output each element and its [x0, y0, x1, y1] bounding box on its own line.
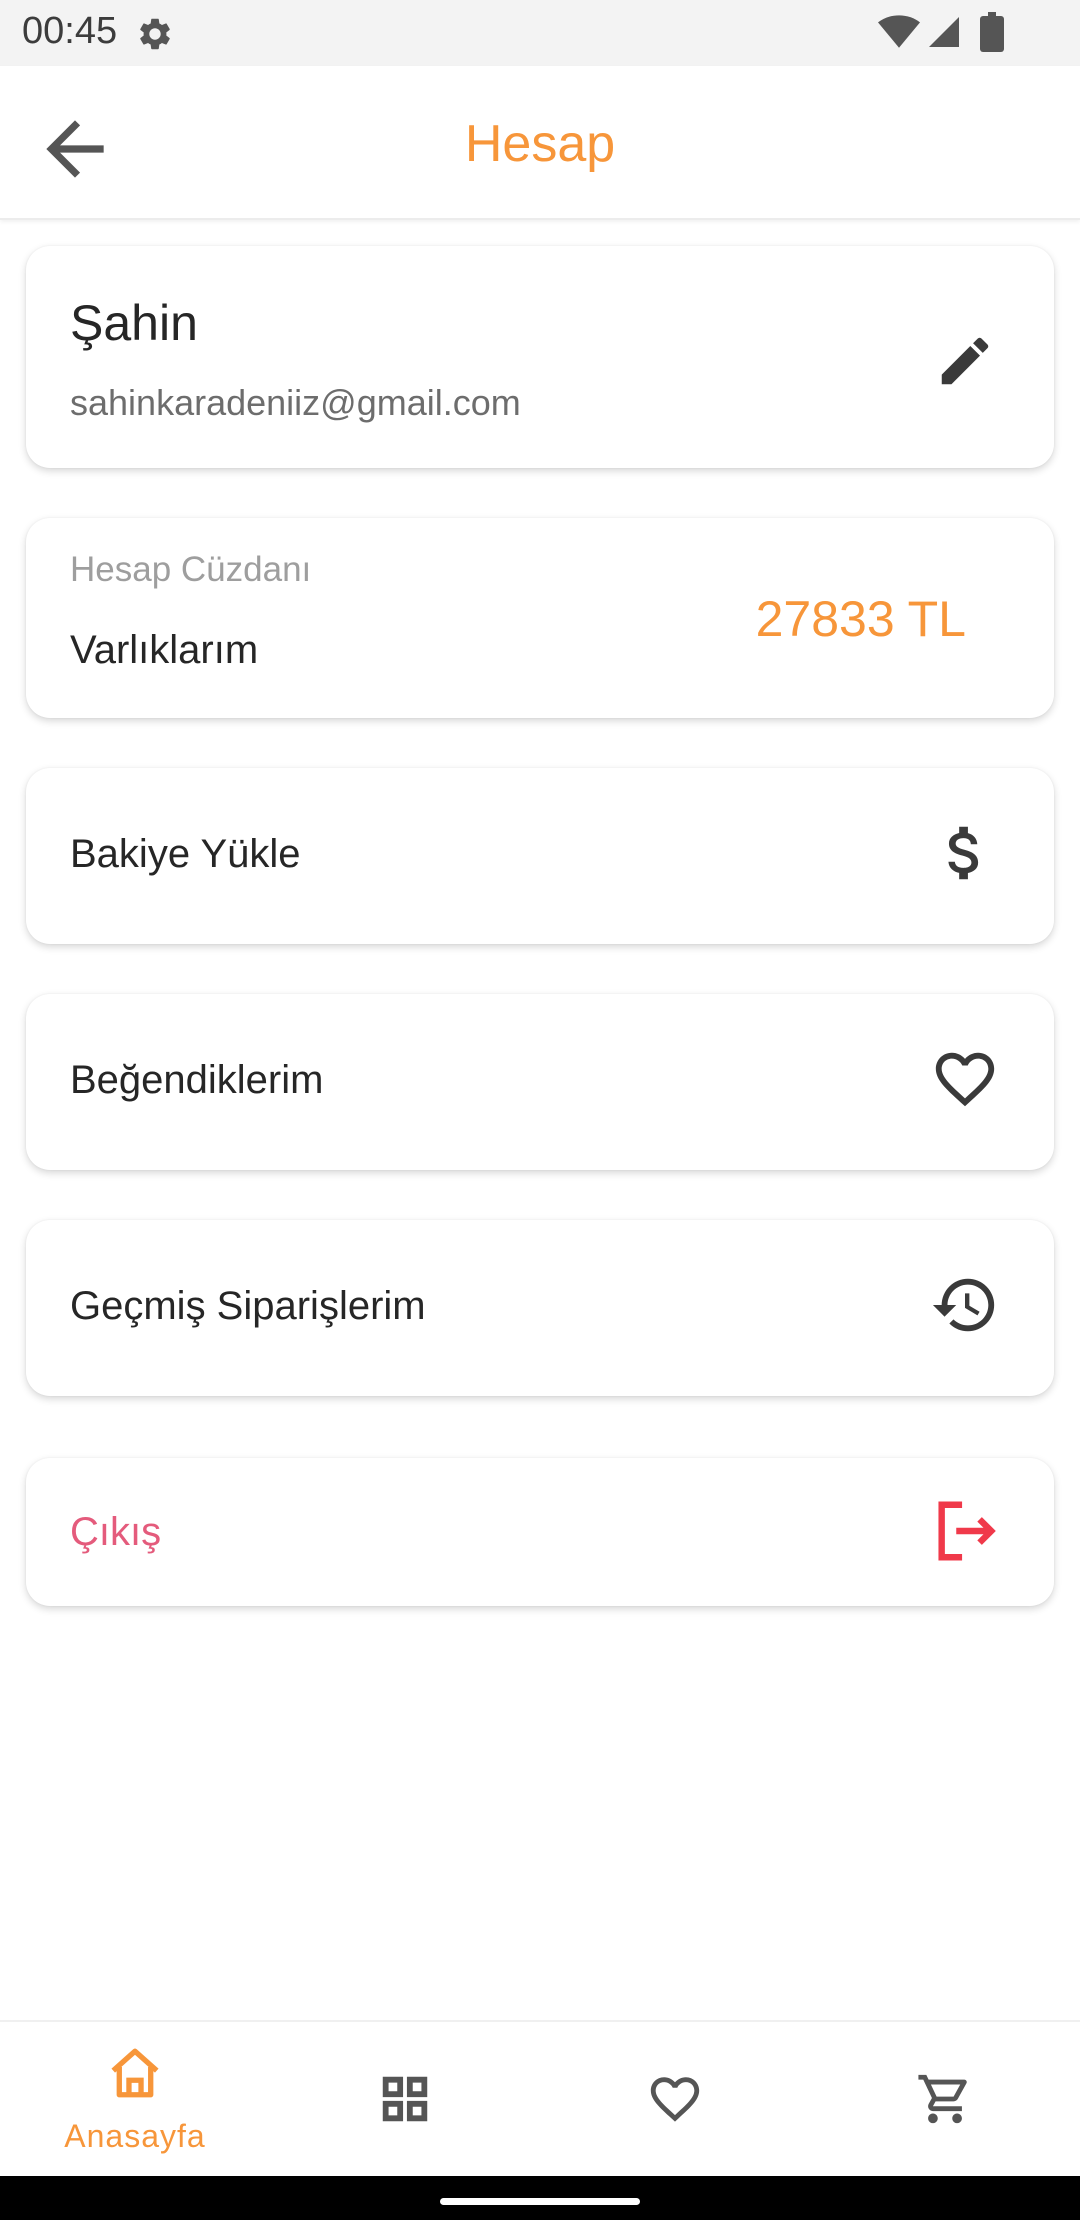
home-gesture-handle[interactable]	[440, 2198, 640, 2205]
signal-icon	[929, 17, 959, 47]
dollar-icon	[948, 826, 979, 880]
past-orders-label: Geçmiş Siparişlerim	[70, 1284, 426, 1328]
bottom-navigation: Anasayfa	[0, 2020, 1080, 2176]
gesture-navigation-bar	[0, 2176, 1080, 2220]
wallet-card: Hesap Cüzdanı Varlıklarım 27833 TL	[26, 518, 1054, 718]
status-bar: 00:45	[0, 0, 1080, 66]
status-time: 00:45	[22, 10, 118, 52]
nav-home-label: Anasayfa	[64, 2118, 206, 2154]
page-title: Hesap	[464, 115, 616, 173]
profile-name: Şahin	[70, 295, 198, 351]
wallet-subtitle: Varlıklarım	[70, 628, 259, 672]
wallet-balance: 27833 TL	[755, 591, 966, 647]
profile-email: sahinkaradeniiz@gmail.com	[70, 382, 521, 423]
logout-label: Çıkış	[70, 1510, 162, 1554]
nav-categories[interactable]	[270, 2022, 540, 2178]
settings-gear-icon	[140, 18, 170, 50]
pencil-edit-icon[interactable]	[934, 330, 996, 392]
logout-button[interactable]: Çıkış	[26, 1458, 1054, 1606]
nav-cart[interactable]	[810, 2022, 1080, 2178]
wifi-icon	[878, 15, 920, 48]
battery-icon	[980, 12, 1004, 52]
favorites-button[interactable]: Beğendiklerim	[26, 994, 1054, 1170]
wallet-label: Hesap Cüzdanı	[70, 550, 312, 589]
history-icon	[932, 1278, 995, 1332]
account-screen: 00:45 Hesap Şahin sahinkaradeniiz@gmail.…	[0, 0, 1080, 2220]
categories-grid-icon	[382, 2076, 428, 2122]
home-icon	[111, 2048, 159, 2098]
nav-favorites[interactable]	[540, 2022, 810, 2178]
logout-icon	[938, 1501, 996, 1561]
topup-balance-button[interactable]: Bakiye Yükle	[26, 768, 1054, 944]
app-bar: Hesap	[0, 66, 1080, 220]
cart-icon	[918, 2074, 967, 2124]
past-orders-button[interactable]: Geçmiş Siparişlerim	[26, 1220, 1054, 1396]
profile-card: Şahin sahinkaradeniiz@gmail.com	[26, 246, 1054, 468]
heart-outline-icon	[935, 1052, 995, 1107]
favorites-label: Beğendiklerim	[70, 1058, 324, 1102]
nav-home[interactable]: Anasayfa	[0, 2022, 270, 2178]
favorites-heart-icon	[650, 2077, 700, 2122]
topup-label: Bakiye Yükle	[70, 832, 301, 876]
